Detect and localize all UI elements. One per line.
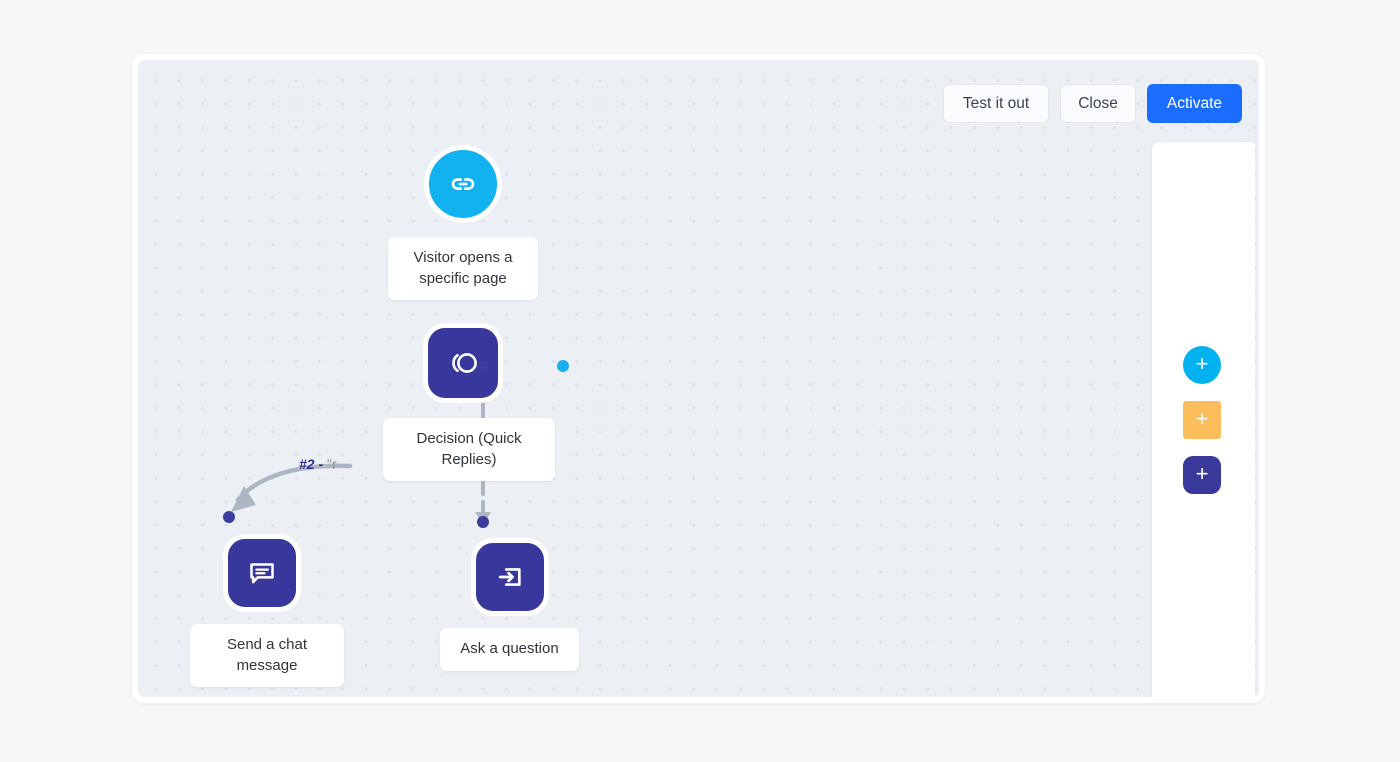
close-button[interactable]: Close	[1060, 84, 1136, 123]
connector-port-decision-branch-1[interactable]	[477, 361, 489, 373]
activate-button[interactable]: Activate	[1147, 84, 1242, 123]
panel-scrollbar[interactable]	[1246, 142, 1255, 697]
connector-edges	[138, 60, 1259, 697]
add-button-stack: + + +	[1183, 346, 1221, 494]
connector-port-ask-question-in[interactable]	[477, 516, 489, 528]
ask-question-icon	[471, 538, 549, 616]
node-ask-a-question[interactable]: Ask a question	[438, 538, 549, 616]
node-palette-panel[interactable]: + + +	[1152, 142, 1252, 697]
chat-message-icon	[223, 534, 301, 612]
chatbot-builder-card: Test it out Close Activate + + +	[132, 54, 1265, 703]
quick-replies-icon	[423, 323, 503, 403]
connector-port-send-chat-in[interactable]	[223, 511, 235, 523]
node-send-chat-message[interactable]: Send a chat message	[190, 534, 301, 612]
app-root: Test it out Close Activate + + +	[0, 0, 1400, 762]
node-label: Visitor opens a specific page	[388, 237, 538, 300]
add-node-button[interactable]: +	[1183, 456, 1221, 494]
node-visitor-opens-page[interactable]: Visitor opens a specific page	[388, 145, 502, 223]
plus-icon: +	[1196, 463, 1209, 485]
branch-number: #2	[299, 456, 315, 472]
branch-separator: -	[315, 456, 327, 472]
flow-canvas[interactable]: Test it out Close Activate + + +	[138, 60, 1259, 697]
node-label: Decision (Quick Replies)	[383, 418, 555, 481]
plus-icon: +	[1196, 353, 1209, 375]
plus-icon: +	[1196, 408, 1209, 430]
add-trigger-button[interactable]: +	[1183, 346, 1221, 384]
node-label: Send a chat message	[190, 624, 344, 687]
add-action-button[interactable]: +	[1183, 401, 1221, 439]
canvas-toolbar: Test it out Close Activate	[943, 84, 1242, 123]
connector-port-trigger-out[interactable]	[557, 360, 569, 372]
branch-value: r	[332, 456, 337, 472]
test-it-out-button[interactable]: Test it out	[943, 84, 1049, 123]
node-label: Ask a question	[440, 628, 579, 671]
link-icon	[424, 145, 502, 223]
branch-label-2: #2 - "r	[299, 456, 337, 472]
